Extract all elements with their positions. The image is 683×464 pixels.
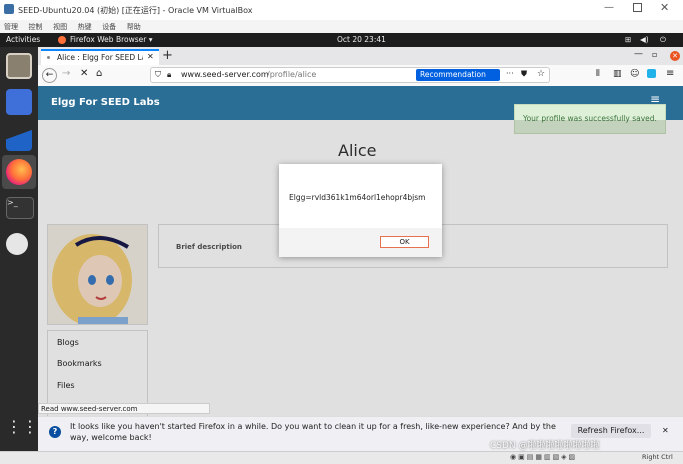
menu-item[interactable]: 帮助	[127, 22, 141, 32]
vbox-app-icon	[4, 4, 14, 14]
ubuntu-topbar: Activities Firefox Web Browser ▾ Oct 20 …	[0, 33, 683, 47]
url-domain: www.seed-server.com	[181, 70, 269, 79]
extension-icon[interactable]	[647, 69, 656, 78]
status-link: Read www.seed-server.com	[38, 403, 210, 414]
status-link-text: Read www.seed-server.com	[41, 405, 138, 413]
activities-button[interactable]: Activities	[6, 35, 40, 44]
screenshot-app-icon[interactable]	[6, 89, 32, 115]
host-key-label: Right Ctrl	[642, 453, 673, 461]
notification-text: It looks like you haven't started Firefo…	[70, 422, 556, 442]
stop-icon[interactable]: ✕	[80, 68, 88, 79]
library-icon[interactable]: ⫴	[596, 69, 600, 79]
software-updater-icon[interactable]	[6, 233, 28, 255]
alert-message: Elgg=rvld361k1m64orl1ehopr4bjsm	[289, 193, 426, 202]
firefox-small-icon	[58, 36, 66, 44]
volume-icon[interactable]: ◀)	[640, 35, 649, 44]
menu-item[interactable]: 控制	[29, 22, 43, 32]
bookmark-star-icon[interactable]: ☆	[537, 69, 545, 79]
power-icon[interactable]: ⏻	[660, 35, 666, 45]
forward-button[interactable]: →	[62, 68, 70, 79]
ubuntu-dock: >_ ⋮⋮⋮	[0, 47, 54, 451]
nav-bar: ← → ✕ ⌂ ⛉ 🔒︎ www.seed-server.com /profil…	[38, 65, 683, 87]
alert-footer: OK	[279, 228, 442, 257]
recommendation-button[interactable]: Recommendation	[416, 69, 500, 81]
csdn-watermark: CSDN @啦啦啦啦啦啦啦啦	[490, 441, 600, 451]
tab-title: Alice : Elgg For SEED Lab	[57, 53, 143, 62]
vbox-menubar: 管理 控制 视图 热键 设备 帮助	[0, 20, 683, 33]
files-icon[interactable]	[6, 53, 32, 79]
question-icon: ?	[49, 426, 61, 438]
refresh-firefox-button[interactable]: Refresh Firefox...	[571, 424, 651, 438]
menu-item[interactable]: 设备	[102, 22, 116, 32]
ff-close-icon[interactable]: ✕	[670, 51, 680, 61]
close-window-button[interactable]: ✕	[660, 1, 669, 14]
maximize-button[interactable]	[633, 3, 642, 12]
device-icons[interactable]: ◉▣▤▦▥▧◈▨	[510, 453, 577, 461]
ok-label: OK	[399, 238, 410, 246]
recommendation-label: Recommendation	[420, 70, 486, 79]
home-icon[interactable]: ⌂	[96, 68, 102, 79]
menu-item[interactable]: 管理	[4, 22, 18, 32]
site-title[interactable]: Elgg For SEED Labs	[51, 97, 160, 108]
new-tab-button[interactable]: +	[162, 48, 173, 63]
tab-bar: Alice : Elgg For SEED Lab ✕ + — ▫ ✕	[38, 47, 683, 65]
vbox-window-title: SEED-Ubuntu20.04 (初始) [正在运行] - Oracle VM…	[18, 6, 253, 15]
tab-active[interactable]: Alice : Elgg For SEED Lab ✕	[41, 49, 159, 65]
pocket-icon[interactable]: ⛊	[521, 69, 527, 79]
clock[interactable]: Oct 20 23:41	[337, 35, 386, 44]
lock-icon[interactable]: 🔒︎	[167, 70, 171, 80]
account-icon[interactable]: ☺	[630, 69, 639, 79]
ff-minimize-icon[interactable]: —	[634, 49, 643, 59]
firefox-icon[interactable]	[6, 159, 32, 185]
sidebar-icon[interactable]: ▥	[613, 69, 622, 79]
tab-close-icon[interactable]: ✕	[147, 52, 154, 61]
vbox-titlebar: SEED-Ubuntu20.04 (初始) [正在运行] - Oracle VM…	[0, 0, 683, 21]
more-actions-icon[interactable]: ···	[506, 69, 514, 78]
menu-item[interactable]: 热键	[78, 22, 92, 32]
ok-button[interactable]: OK	[380, 236, 429, 248]
alert-dialog: Elgg=rvld361k1m64orl1ehopr4bjsm OK	[279, 164, 442, 257]
notification-close-icon[interactable]: ✕	[662, 426, 669, 435]
network-icon[interactable]: ⊞	[625, 35, 631, 44]
shield-icon[interactable]: ⛉	[155, 70, 161, 80]
terminal-icon[interactable]: >_	[6, 197, 34, 219]
vbox-statusbar: CSDN @啦啦啦啦啦啦啦啦 ◉▣▤▦▥▧◈▨ Right Ctrl	[0, 441, 683, 464]
back-button[interactable]: ←	[42, 68, 57, 83]
loading-dot-icon	[47, 56, 50, 59]
url-bar[interactable]: ⛉ 🔒︎ www.seed-server.com /profile/alice …	[150, 67, 550, 83]
url-path: /profile/alice	[267, 70, 317, 79]
wireshark-icon[interactable]	[6, 125, 32, 151]
minimize-button[interactable]: —	[604, 2, 614, 13]
show-apps-icon[interactable]: ⋮⋮⋮	[6, 417, 54, 443]
app-menu[interactable]: Firefox Web Browser ▾	[70, 35, 152, 44]
refresh-firefox-label: Refresh Firefox...	[577, 426, 645, 435]
ff-restore-icon[interactable]: ▫	[652, 50, 657, 59]
menu-item[interactable]: 视图	[53, 22, 67, 32]
hamburger-menu-icon[interactable]: ≡	[666, 68, 674, 79]
